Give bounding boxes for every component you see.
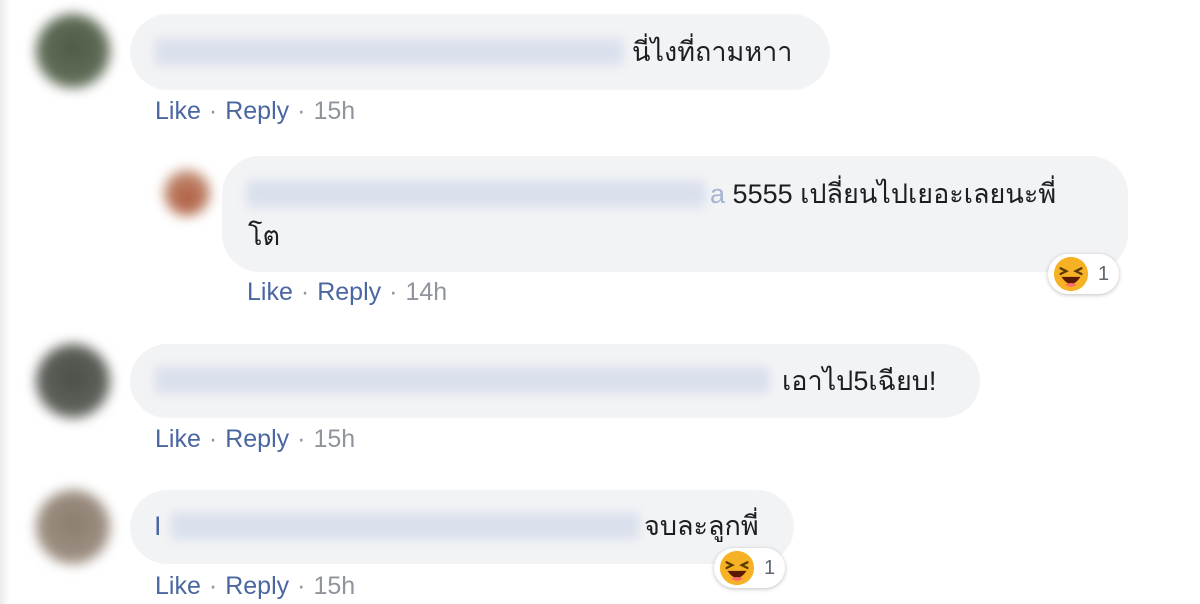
comment-actions: Like · Reply · 14h bbox=[247, 278, 447, 307]
reaction-count: 1 bbox=[764, 556, 776, 579]
timestamp[interactable]: 15h bbox=[313, 572, 355, 600]
haha-emoji-icon bbox=[1053, 256, 1089, 292]
comment-bubble: a 5555 เปลี่ยนไปเยอะเลยนะพี่ โต bbox=[222, 156, 1128, 272]
commenter-name-blurred[interactable] bbox=[154, 366, 770, 394]
separator: · bbox=[300, 278, 310, 306]
timestamp[interactable]: 14h bbox=[405, 278, 447, 306]
separator: · bbox=[208, 97, 218, 125]
comment-text: a 5555 เปลี่ยนไปเยอะเลยนะพี่ bbox=[710, 174, 1056, 214]
comment-bubble: เอาไป5เฉียบ! bbox=[130, 344, 980, 418]
reaction-count: 1 bbox=[1098, 262, 1110, 285]
comment-text: เอาไป5เฉียบ! bbox=[782, 366, 937, 396]
separator: · bbox=[297, 425, 306, 453]
like-link[interactable]: Like bbox=[155, 425, 201, 453]
comment-text: จบละลูกพี่ bbox=[644, 511, 759, 541]
reaction-badge[interactable]: 1 bbox=[1048, 254, 1120, 294]
comment-bubble: I จบละลูกพี่ bbox=[130, 490, 794, 564]
separator: · bbox=[208, 425, 218, 453]
like-link[interactable]: Like bbox=[247, 278, 293, 306]
separator: · bbox=[297, 572, 306, 600]
like-link[interactable]: Like bbox=[155, 572, 201, 600]
avatar[interactable] bbox=[36, 344, 110, 418]
commenter-name-blurred[interactable] bbox=[154, 38, 624, 66]
like-link[interactable]: Like bbox=[155, 97, 201, 125]
separator: · bbox=[389, 278, 398, 306]
comment-text-line2: โต bbox=[248, 221, 281, 251]
avatar[interactable] bbox=[164, 170, 210, 216]
comment-actions: Like · Reply · 15h bbox=[155, 572, 355, 601]
page-edge bbox=[0, 0, 10, 604]
separator: · bbox=[297, 97, 306, 125]
comment-text: นี่ไงที่ถามหาา bbox=[632, 37, 793, 67]
reply-link[interactable]: Reply bbox=[225, 425, 289, 453]
separator: · bbox=[208, 572, 218, 600]
avatar[interactable] bbox=[36, 14, 110, 88]
comment-text-line1: 5555 เปลี่ยนไปเยอะเลยนะพี่ bbox=[732, 179, 1057, 209]
haha-emoji-icon bbox=[719, 550, 755, 586]
comment-actions: Like · Reply · 15h bbox=[155, 97, 355, 126]
reply-link[interactable]: Reply bbox=[225, 572, 289, 600]
avatar[interactable] bbox=[36, 490, 110, 564]
name-suffix: a bbox=[710, 179, 726, 209]
comment-bubble: นี่ไงที่ถามหาา bbox=[130, 14, 830, 90]
commenter-name-blurred[interactable] bbox=[170, 512, 640, 540]
reply-link[interactable]: Reply bbox=[317, 278, 381, 306]
timestamp[interactable]: 15h bbox=[313, 97, 355, 125]
reaction-badge[interactable]: 1 bbox=[714, 548, 786, 588]
timestamp[interactable]: 15h bbox=[313, 425, 355, 453]
comment-actions: Like · Reply · 15h bbox=[155, 425, 355, 454]
name-prefix[interactable]: I bbox=[154, 506, 162, 546]
reply-link[interactable]: Reply bbox=[225, 97, 289, 125]
commenter-name-blurred[interactable] bbox=[246, 180, 706, 208]
